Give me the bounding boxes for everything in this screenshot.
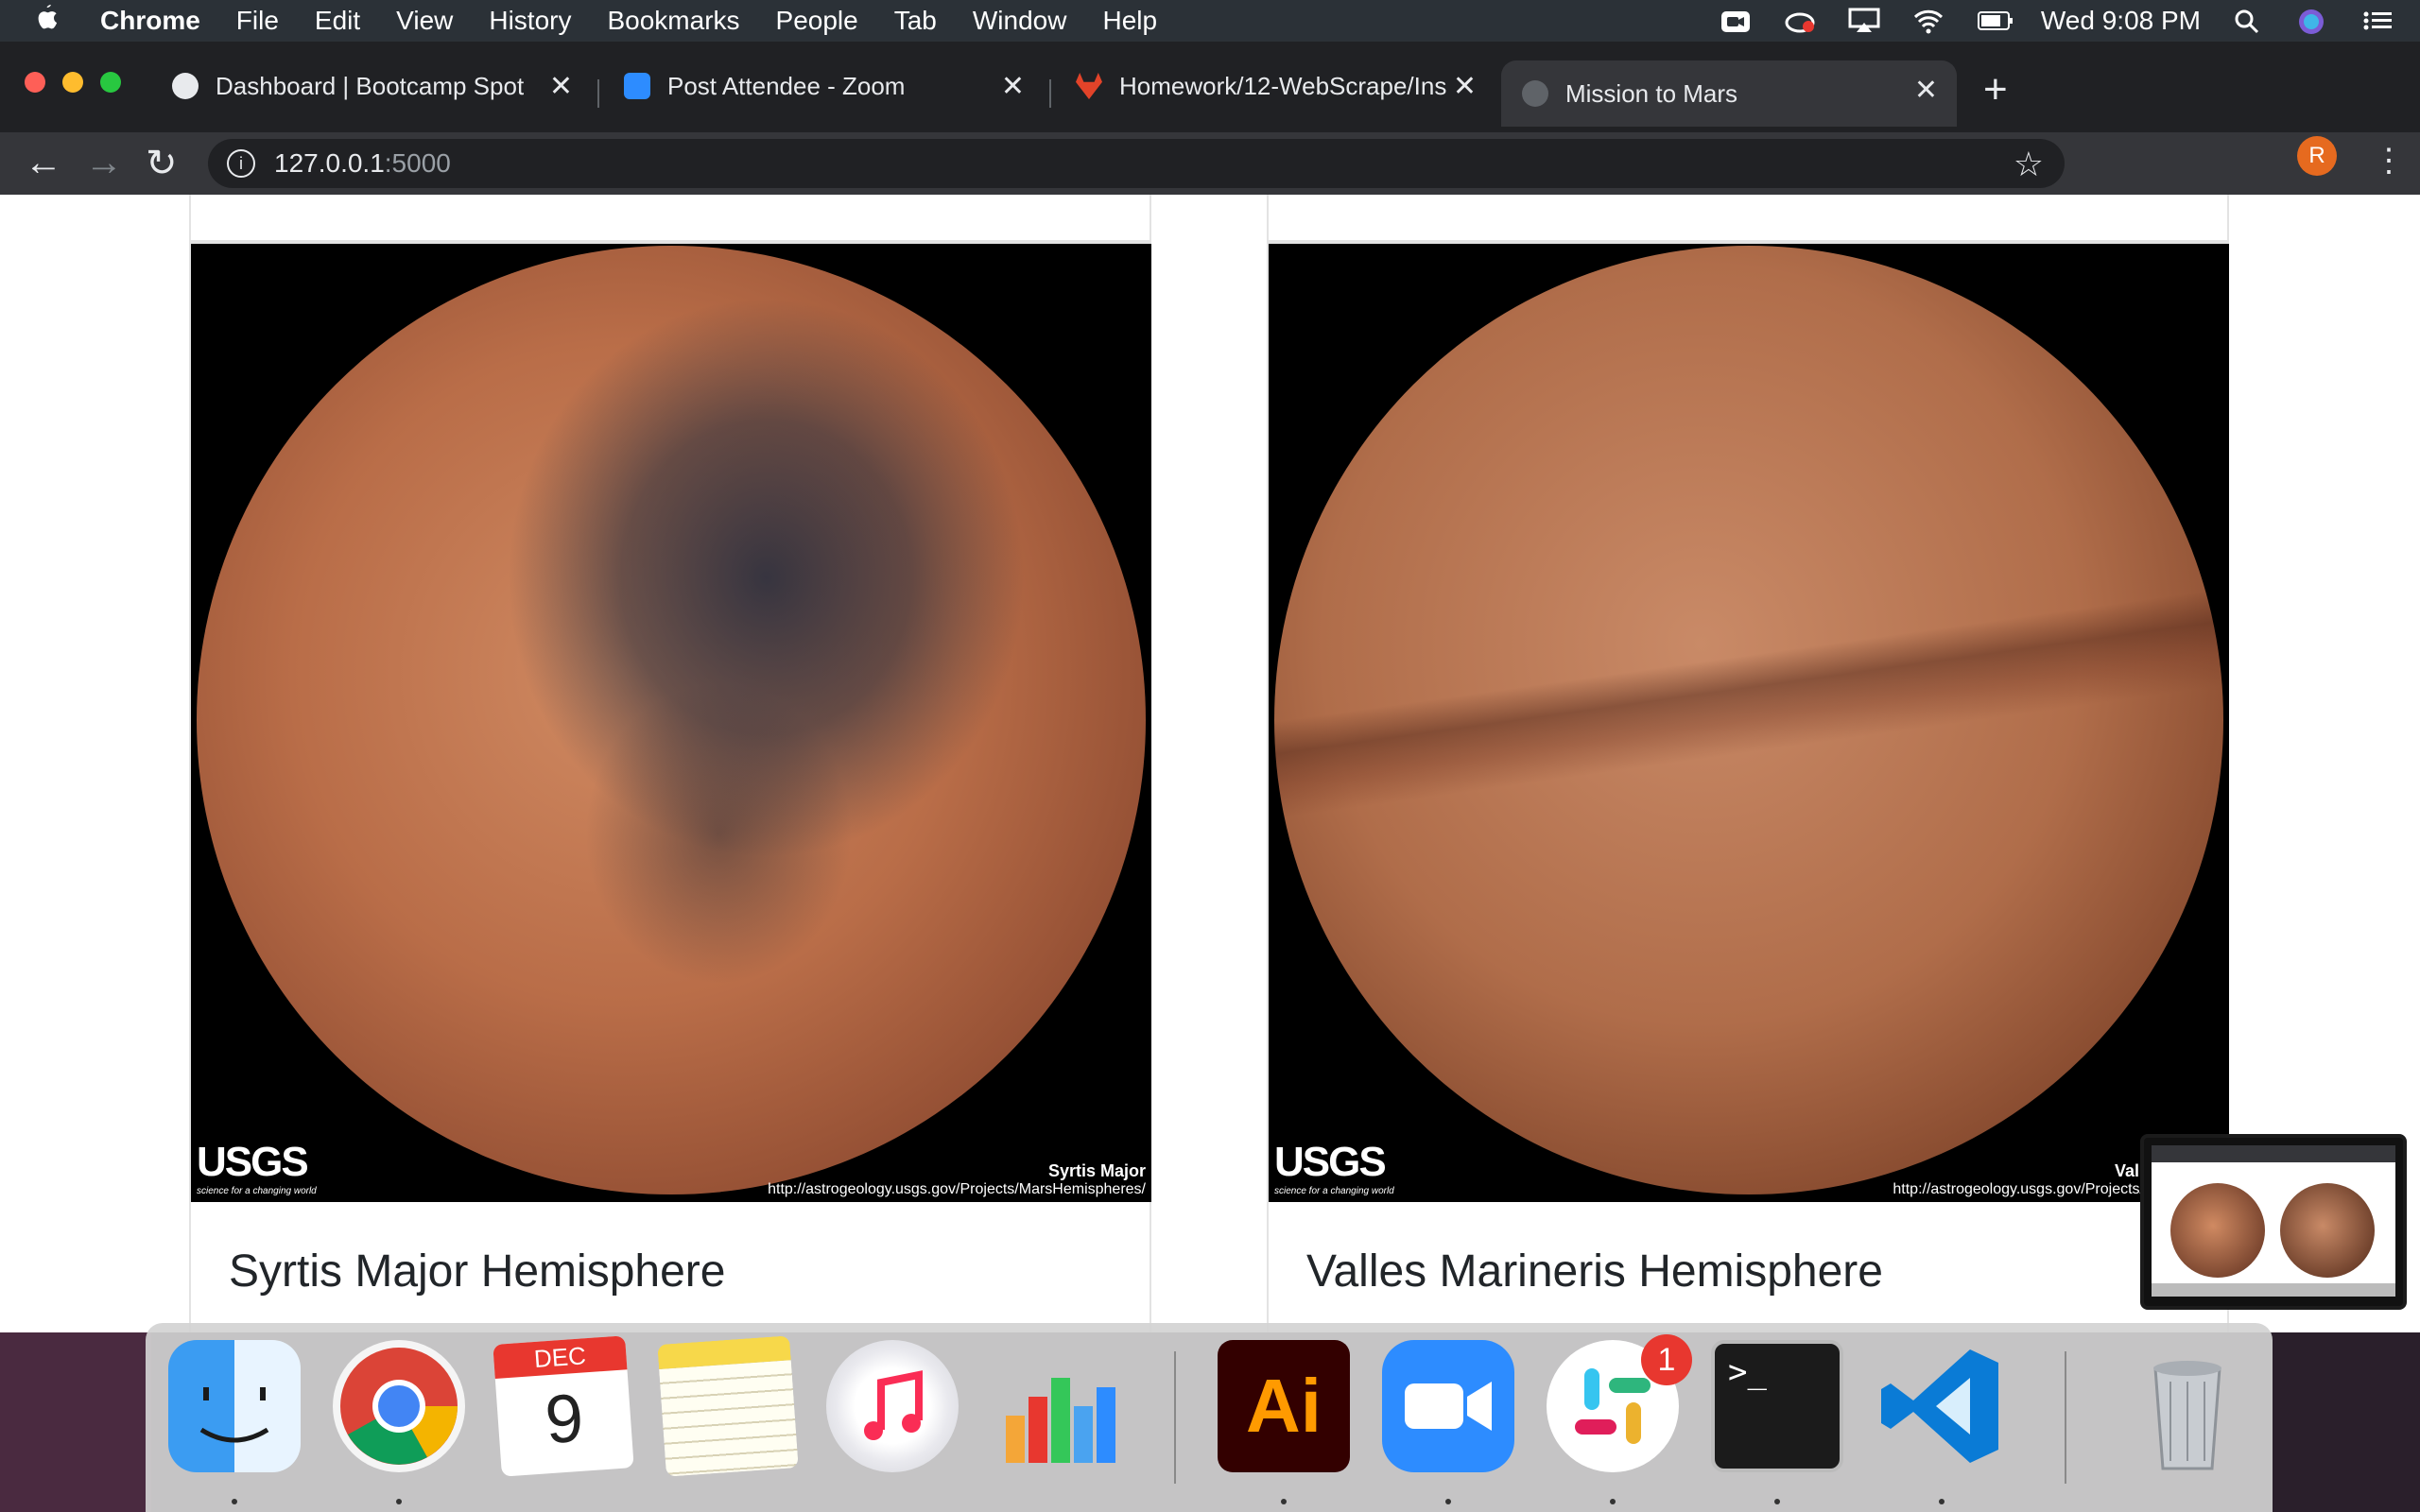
- terminal-icon[interactable]: >_: [1711, 1340, 1843, 1472]
- hemisphere-image[interactable]: USGS science for a changing world Syrtis …: [191, 244, 1151, 1202]
- menu-bar: Chrome File Edit View History Bookmarks …: [0, 0, 2420, 42]
- tab-title: Mission to Mars: [1565, 78, 1738, 108]
- minimize-window-button[interactable]: [62, 72, 83, 93]
- address-bar[interactable]: i 127.0.0.1:5000 ☆: [208, 139, 2065, 188]
- thumbnail-preview: [2152, 1145, 2395, 1297]
- usgs-logo: USGS science for a changing world: [197, 1139, 317, 1196]
- browser-toolbar: ← → ↻ i 127.0.0.1:5000 ☆: [0, 132, 2420, 195]
- wifi-icon[interactable]: [1912, 8, 1945, 34]
- gitlab-icon: [1076, 73, 1102, 99]
- globe-icon: [172, 73, 199, 99]
- terminal-prompt: >_: [1728, 1353, 1767, 1391]
- forward-arrow-icon[interactable]: →: [85, 142, 123, 184]
- bookmark-star-icon[interactable]: ☆: [2014, 145, 2044, 184]
- close-tab-icon[interactable]: ✕: [549, 70, 573, 103]
- image-caption-url: http://astrogeology.usgs.gov/Projects/: [1893, 1181, 2144, 1197]
- menu-file[interactable]: File: [236, 6, 279, 36]
- notification-center-icon[interactable]: [2361, 8, 2394, 34]
- menu-bookmarks[interactable]: Bookmarks: [607, 6, 739, 36]
- image-caption-name: Vall: [2114, 1161, 2144, 1180]
- menu-people[interactable]: People: [776, 6, 858, 36]
- address-port: :5000: [384, 148, 451, 178]
- notes-icon[interactable]: [657, 1335, 799, 1477]
- desktop-background: [0, 1332, 151, 1512]
- apple-icon[interactable]: [34, 3, 87, 39]
- airplay-icon[interactable]: [1848, 8, 1880, 34]
- clock[interactable]: Wed 9:08 PM: [2041, 6, 2201, 36]
- usgs-logo-text: USGS: [1274, 1139, 1387, 1185]
- numbers-icon[interactable]: [991, 1340, 1123, 1472]
- illustrator-label: Ai: [1246, 1364, 1322, 1448]
- more-menu-icon[interactable]: ⋮: [2373, 142, 2405, 180]
- mars-globe: [197, 246, 1146, 1194]
- back-arrow-icon[interactable]: ←: [25, 142, 62, 184]
- chrome-icon[interactable]: [333, 1340, 465, 1472]
- previous-card-footer: [189, 195, 1151, 242]
- tab-dashboard[interactable]: Dashboard | Bootcamp Spot ✕: [151, 60, 592, 112]
- mars-globe: [1274, 246, 2223, 1194]
- usgs-logo: USGS science for a changing world: [1274, 1139, 1394, 1196]
- page-viewport: USGS science for a changing world Syrtis …: [0, 195, 2420, 1332]
- slack-notification-badge: 1: [1641, 1334, 1692, 1385]
- siri-icon[interactable]: [2297, 8, 2329, 34]
- tab-gitlab[interactable]: Homework/12-WebScrape/Instr ✕: [1055, 60, 1495, 112]
- previous-card-footer: [1267, 195, 2229, 242]
- music-icon[interactable]: [826, 1340, 959, 1472]
- image-caption-url: http://astrogeology.usgs.gov/Projects/Ma…: [768, 1181, 1146, 1197]
- calendar-day: 9: [543, 1380, 586, 1459]
- zoom-icon: [624, 73, 650, 99]
- dock: DEC 9 Ai 1 >_: [146, 1323, 2273, 1512]
- spotlight-search-icon[interactable]: [2233, 8, 2265, 34]
- trash-icon[interactable]: [2121, 1340, 2254, 1472]
- image-caption: Vall http://astrogeology.usgs.gov/Projec…: [1893, 1161, 2144, 1198]
- image-caption-name: Syrtis Major: [1047, 1161, 1146, 1180]
- zoom-icon[interactable]: [1382, 1340, 1514, 1472]
- hemisphere-image[interactable]: USGS science for a changing world Vall ht…: [1269, 244, 2229, 1202]
- hemisphere-card: USGS science for a changing world Syrtis …: [189, 242, 1151, 1332]
- zoom-window-button[interactable]: [100, 72, 121, 93]
- site-info-icon[interactable]: i: [227, 149, 255, 178]
- hemisphere-title: Syrtis Major Hemisphere: [229, 1246, 726, 1297]
- close-window-button[interactable]: [25, 72, 45, 93]
- menu-history[interactable]: History: [489, 6, 571, 36]
- tab-title: Post Attendee - Zoom: [667, 71, 906, 100]
- tab-mission-to-mars[interactable]: Mission to Mars ✕: [1501, 60, 1957, 127]
- new-tab-plus-icon[interactable]: +: [1983, 66, 2008, 113]
- creative-cloud-icon[interactable]: [1784, 8, 1816, 34]
- menu-view[interactable]: View: [396, 6, 453, 36]
- close-tab-icon[interactable]: ✕: [1453, 70, 1477, 103]
- hemisphere-card: USGS science for a changing world Vall ht…: [1267, 242, 2229, 1332]
- globe-icon: [1522, 80, 1548, 107]
- usgs-tagline: science for a changing world: [197, 1186, 317, 1196]
- tab-title: Homework/12-WebScrape/Instr: [1119, 71, 1446, 100]
- calendar-icon[interactable]: DEC 9: [493, 1335, 634, 1477]
- usgs-logo-text: USGS: [197, 1139, 309, 1185]
- menu-app-name[interactable]: Chrome: [100, 6, 200, 36]
- tab-strip: Dashboard | Bootcamp Spot ✕ Post Attende…: [0, 42, 2420, 132]
- menu-edit[interactable]: Edit: [315, 6, 360, 36]
- close-tab-icon[interactable]: ✕: [1001, 70, 1025, 103]
- tab-title: Dashboard | Bootcamp Spot: [216, 71, 525, 100]
- hemisphere-title: Valles Marineris Hemisphere: [1306, 1246, 1883, 1297]
- menu-window[interactable]: Window: [973, 6, 1067, 36]
- menu-tab[interactable]: Tab: [894, 6, 937, 36]
- tab-zoom[interactable]: Post Attendee - Zoom ✕: [603, 60, 1044, 112]
- usgs-tagline: science for a changing world: [1274, 1186, 1394, 1196]
- reload-icon[interactable]: ↻: [146, 142, 178, 185]
- image-caption: Syrtis Major http://astrogeology.usgs.go…: [768, 1161, 1146, 1198]
- close-tab-icon[interactable]: ✕: [1914, 74, 1938, 107]
- zoom-status-icon[interactable]: [1720, 8, 1752, 34]
- battery-icon[interactable]: [1977, 8, 2013, 34]
- illustrator-icon[interactable]: Ai: [1218, 1340, 1350, 1472]
- profile-avatar[interactable]: R: [2297, 136, 2337, 176]
- finder-icon[interactable]: [168, 1340, 301, 1472]
- screenshot-thumbnail[interactable]: [2140, 1134, 2407, 1310]
- vscode-icon[interactable]: [1876, 1340, 2008, 1472]
- menu-help[interactable]: Help: [1102, 6, 1157, 36]
- address-host: 127.0.0.1: [274, 148, 385, 178]
